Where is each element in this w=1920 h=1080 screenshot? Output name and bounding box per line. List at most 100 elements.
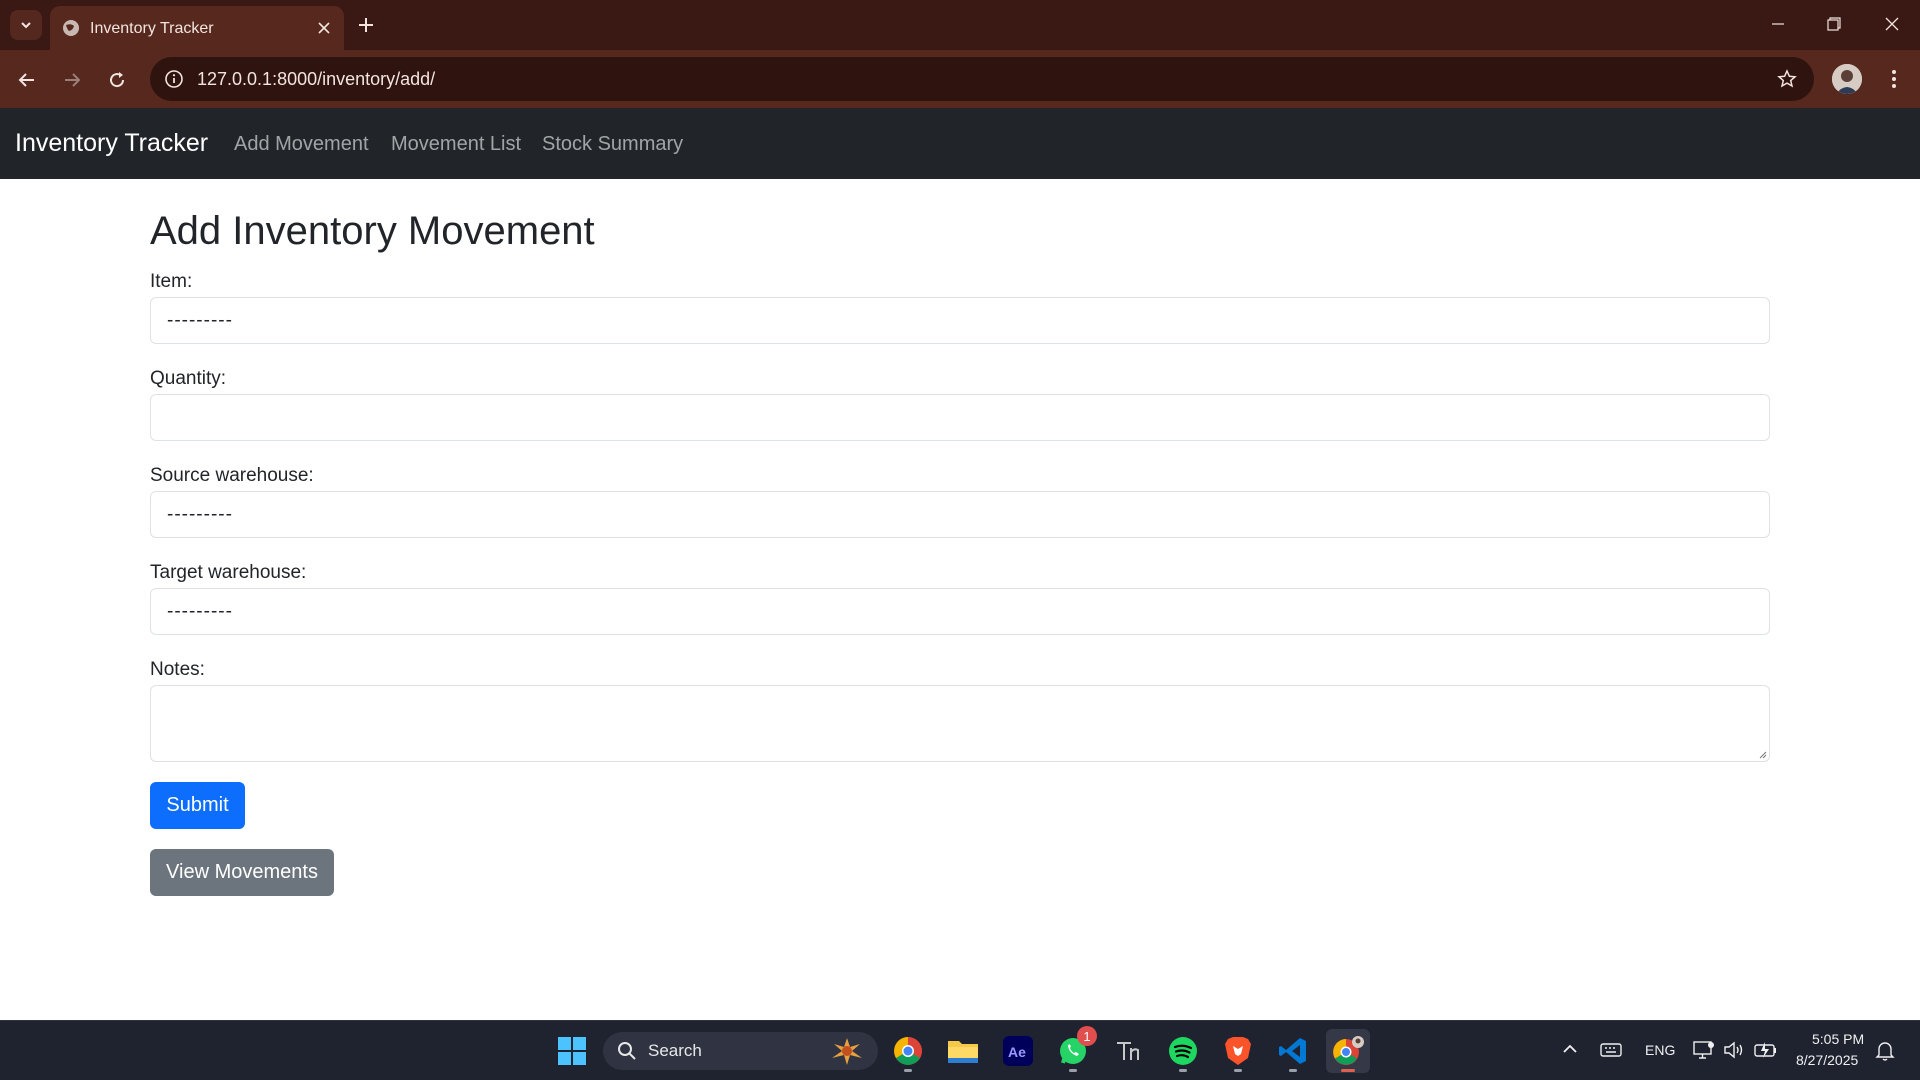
thorium-icon bbox=[1117, 1042, 1139, 1060]
chevron-up-icon bbox=[1563, 1044, 1577, 1053]
navbar-brand[interactable]: Inventory Tracker bbox=[15, 129, 208, 158]
minimize-icon bbox=[1772, 23, 1784, 25]
nav-movement-list[interactable]: Movement List bbox=[391, 133, 521, 156]
close-icon bbox=[1885, 17, 1899, 31]
keyboard-icon bbox=[1600, 1043, 1622, 1057]
network-tray-button[interactable] bbox=[1693, 1040, 1715, 1065]
item-select[interactable]: --------- bbox=[150, 297, 1770, 344]
battery-charging-icon bbox=[1754, 1042, 1776, 1058]
taskbar-chrome-profile[interactable] bbox=[1326, 1029, 1370, 1073]
file-explorer-icon bbox=[948, 1041, 978, 1063]
restore-button[interactable] bbox=[1806, 0, 1862, 48]
site-info-button[interactable] bbox=[162, 67, 186, 91]
show-hidden-icons-button[interactable] bbox=[1560, 1039, 1584, 1063]
taskbar-chrome[interactable] bbox=[886, 1029, 930, 1073]
after-effects-icon: Ae bbox=[1003, 1036, 1033, 1066]
forward-button[interactable] bbox=[54, 62, 90, 98]
brave-icon bbox=[1225, 1037, 1251, 1065]
running-indicator bbox=[1179, 1069, 1187, 1072]
target-warehouse-value: --------- bbox=[167, 601, 233, 622]
clock-time[interactable]: 5:05 PM bbox=[1812, 1031, 1864, 1047]
address-bar[interactable]: 127.0.0.1:8000/inventory/add/ bbox=[150, 57, 1814, 101]
submit-button[interactable]: Submit bbox=[150, 782, 245, 829]
language-indicator[interactable]: ENG bbox=[1645, 1042, 1675, 1058]
reload-icon bbox=[110, 72, 125, 88]
taskbar-spotify[interactable] bbox=[1161, 1029, 1205, 1073]
view-movements-button[interactable]: View Movements bbox=[150, 849, 334, 896]
window-close-button[interactable] bbox=[1864, 0, 1920, 48]
taskbar-thorium[interactable] bbox=[1106, 1029, 1150, 1073]
minimize-button[interactable] bbox=[1750, 0, 1806, 48]
active-indicator bbox=[1341, 1069, 1355, 1072]
battery-tray-button[interactable] bbox=[1754, 1040, 1778, 1065]
item-select-value: --------- bbox=[167, 310, 233, 331]
taskbar-search[interactable]: Search bbox=[603, 1032, 878, 1070]
nav-stock-summary[interactable]: Stock Summary bbox=[542, 133, 683, 156]
source-warehouse-value: --------- bbox=[167, 504, 233, 525]
chrome-icon bbox=[894, 1037, 922, 1065]
start-button[interactable] bbox=[550, 1029, 594, 1073]
target-warehouse-label: Target warehouse: bbox=[150, 562, 307, 583]
app-navbar: Inventory Tracker Add Movement Movement … bbox=[0, 108, 1920, 179]
page-title: Add Inventory Movement bbox=[150, 209, 595, 253]
source-warehouse-select[interactable]: --------- bbox=[150, 491, 1770, 538]
back-button[interactable] bbox=[9, 62, 45, 98]
arrow-left-icon bbox=[18, 73, 34, 87]
more-vertical-icon bbox=[1892, 70, 1896, 88]
close-icon bbox=[318, 22, 330, 34]
nav-add-movement[interactable]: Add Movement bbox=[234, 133, 369, 156]
avatar-icon bbox=[1832, 64, 1862, 94]
chevron-down-icon bbox=[21, 22, 31, 29]
svg-text:Ae: Ae bbox=[1008, 1044, 1026, 1060]
clock-date[interactable]: 8/27/2025 bbox=[1796, 1052, 1858, 1068]
url-text[interactable]: 127.0.0.1:8000/inventory/add/ bbox=[197, 69, 435, 90]
running-indicator bbox=[1234, 1069, 1242, 1072]
notifications-button[interactable] bbox=[1875, 1040, 1895, 1067]
display-network-icon bbox=[1693, 1041, 1714, 1059]
windows-icon bbox=[558, 1037, 586, 1065]
notes-label: Notes: bbox=[150, 659, 205, 680]
notes-textarea[interactable] bbox=[150, 685, 1770, 762]
running-indicator bbox=[904, 1069, 912, 1072]
notification-badge: 1 bbox=[1077, 1026, 1097, 1046]
browser-tab[interactable]: Inventory Tracker bbox=[50, 6, 344, 50]
spotify-icon bbox=[1169, 1037, 1197, 1065]
bookmark-button[interactable] bbox=[1774, 66, 1800, 92]
star-icon bbox=[1777, 69, 1797, 88]
taskbar-vscode[interactable] bbox=[1271, 1029, 1315, 1073]
globe-icon bbox=[63, 20, 79, 36]
profile-avatar[interactable] bbox=[1832, 64, 1862, 94]
volume-tray-button[interactable] bbox=[1723, 1040, 1745, 1065]
reload-button[interactable] bbox=[99, 62, 135, 98]
browser-tabstrip: Inventory Tracker bbox=[0, 0, 1920, 50]
source-warehouse-label: Source warehouse: bbox=[150, 465, 314, 486]
plus-icon bbox=[359, 18, 373, 32]
keyboard-tray-button[interactable] bbox=[1600, 1041, 1622, 1064]
target-warehouse-select[interactable]: --------- bbox=[150, 588, 1770, 635]
new-tab-button[interactable] bbox=[350, 10, 382, 40]
volume-icon bbox=[1724, 1041, 1743, 1059]
taskbar-whatsapp[interactable]: 1 bbox=[1051, 1026, 1097, 1073]
bell-icon bbox=[1875, 1042, 1895, 1061]
taskbar: Search Ae 1 ENG 5:05 PM 8/27/2025 bbox=[0, 1020, 1920, 1080]
browser-menu-button[interactable] bbox=[1880, 64, 1908, 94]
search-highlight-icon bbox=[832, 1038, 862, 1065]
taskbar-after-effects[interactable]: Ae bbox=[996, 1029, 1040, 1073]
item-label: Item: bbox=[150, 271, 193, 292]
tab-title: Inventory Tracker bbox=[90, 20, 214, 37]
vscode-icon bbox=[1279, 1038, 1306, 1064]
info-icon bbox=[165, 70, 183, 88]
tab-close-button[interactable] bbox=[312, 16, 336, 40]
taskbar-brave[interactable] bbox=[1216, 1029, 1260, 1073]
tab-search-button[interactable] bbox=[10, 10, 42, 40]
quantity-input[interactable] bbox=[150, 394, 1770, 441]
chrome-profile-icon bbox=[1333, 1036, 1364, 1065]
arrow-right-icon bbox=[65, 73, 81, 87]
resize-grip-icon[interactable] bbox=[1757, 749, 1767, 759]
running-indicator bbox=[1289, 1069, 1297, 1072]
taskbar-file-explorer[interactable] bbox=[941, 1029, 985, 1073]
browser-toolbar: 127.0.0.1:8000/inventory/add/ bbox=[0, 50, 1920, 108]
search-label: Search bbox=[648, 1041, 702, 1060]
quantity-label: Quantity: bbox=[150, 368, 227, 389]
running-indicator bbox=[1069, 1069, 1077, 1072]
